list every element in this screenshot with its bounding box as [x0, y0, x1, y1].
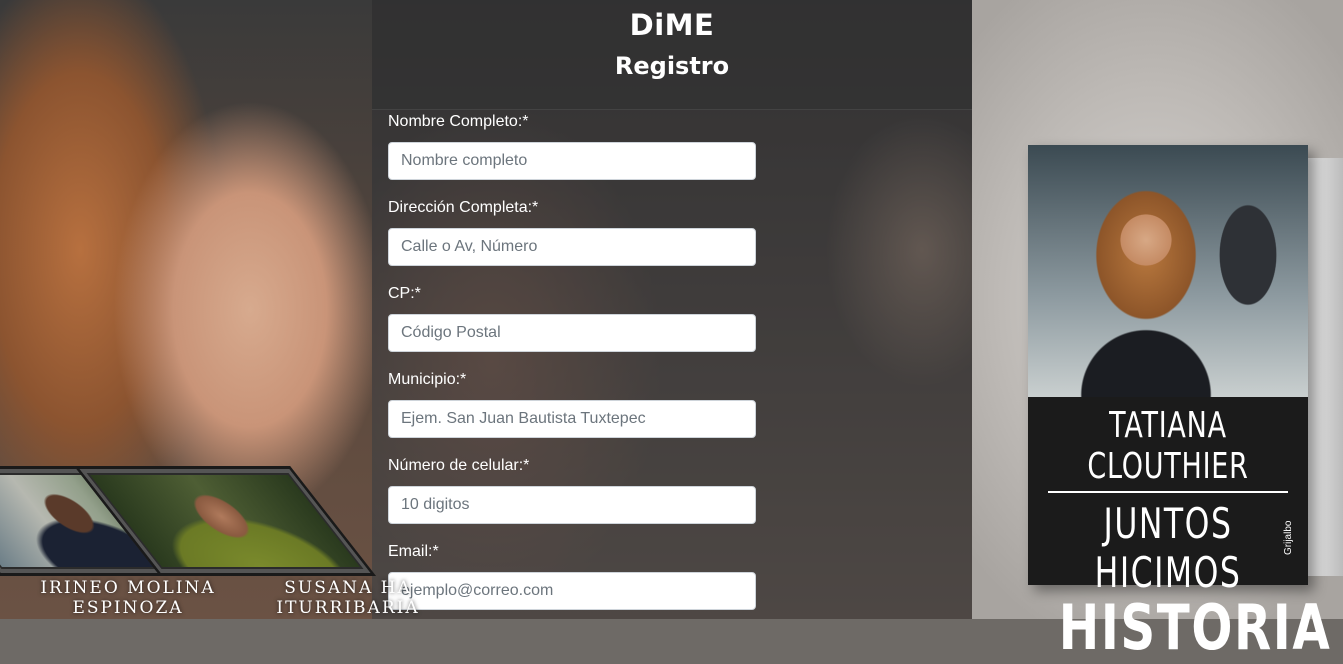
address-input[interactable] — [388, 228, 756, 266]
postal-code-field: CP:* — [388, 284, 756, 370]
phone-field: Número de celular:* — [388, 456, 756, 542]
municipality-field: Municipio:* — [388, 370, 756, 456]
profile-name-line1: IRINEO MOLINA — [40, 578, 216, 598]
registration-form: Nombre Completo:* Dirección Completa:* C… — [388, 112, 756, 628]
address-label: Dirección Completa:* — [388, 199, 539, 216]
phone-input[interactable] — [388, 486, 756, 524]
phone-label: Número de celular:* — [388, 457, 530, 474]
profile-name-line2: ITURRIBARIA — [276, 598, 420, 618]
book-publisher: Grijalbo — [1283, 520, 1294, 555]
full-name-field: Nombre Completo:* — [388, 112, 756, 198]
email-label: Email:* — [388, 543, 439, 560]
address-field: Dirección Completa:* — [388, 198, 756, 284]
profile-name-susana: SUSANA HA ITURRIBARIA — [248, 578, 448, 618]
full-name-label: Nombre Completo:* — [388, 113, 529, 130]
book-cover-photo — [1028, 145, 1308, 397]
brand-logo-text: DiME — [629, 8, 715, 42]
municipality-input[interactable] — [388, 400, 756, 438]
registration-header: DiME Registro — [372, 0, 972, 110]
book-title-line2: HISTORIA — [1058, 591, 1332, 664]
profile-name-irineo: IRINEO MOLINA ESPINOZA — [28, 578, 228, 618]
book-author: TATIANA CLOUTHIER — [1087, 405, 1249, 487]
book-cover-text: TATIANA CLOUTHIER JUNTOS HICIMOS HISTORI… — [1028, 397, 1332, 664]
book-divider — [1048, 491, 1288, 493]
profile-name-line2: ESPINOZA — [72, 598, 184, 618]
postal-code-label: CP:* — [388, 285, 421, 302]
full-name-input[interactable] — [388, 142, 756, 180]
book-title-line1: JUNTOS HICIMOS — [1094, 499, 1242, 597]
book-page-edges — [1308, 158, 1343, 576]
book-cover: TATIANA CLOUTHIER JUNTOS HICIMOS HISTORI… — [1028, 145, 1330, 664]
profile-name-line1: SUSANA HA — [284, 578, 412, 598]
postal-code-input[interactable] — [388, 314, 756, 352]
page-title: Registro — [614, 52, 730, 80]
municipality-label: Municipio:* — [388, 371, 467, 388]
